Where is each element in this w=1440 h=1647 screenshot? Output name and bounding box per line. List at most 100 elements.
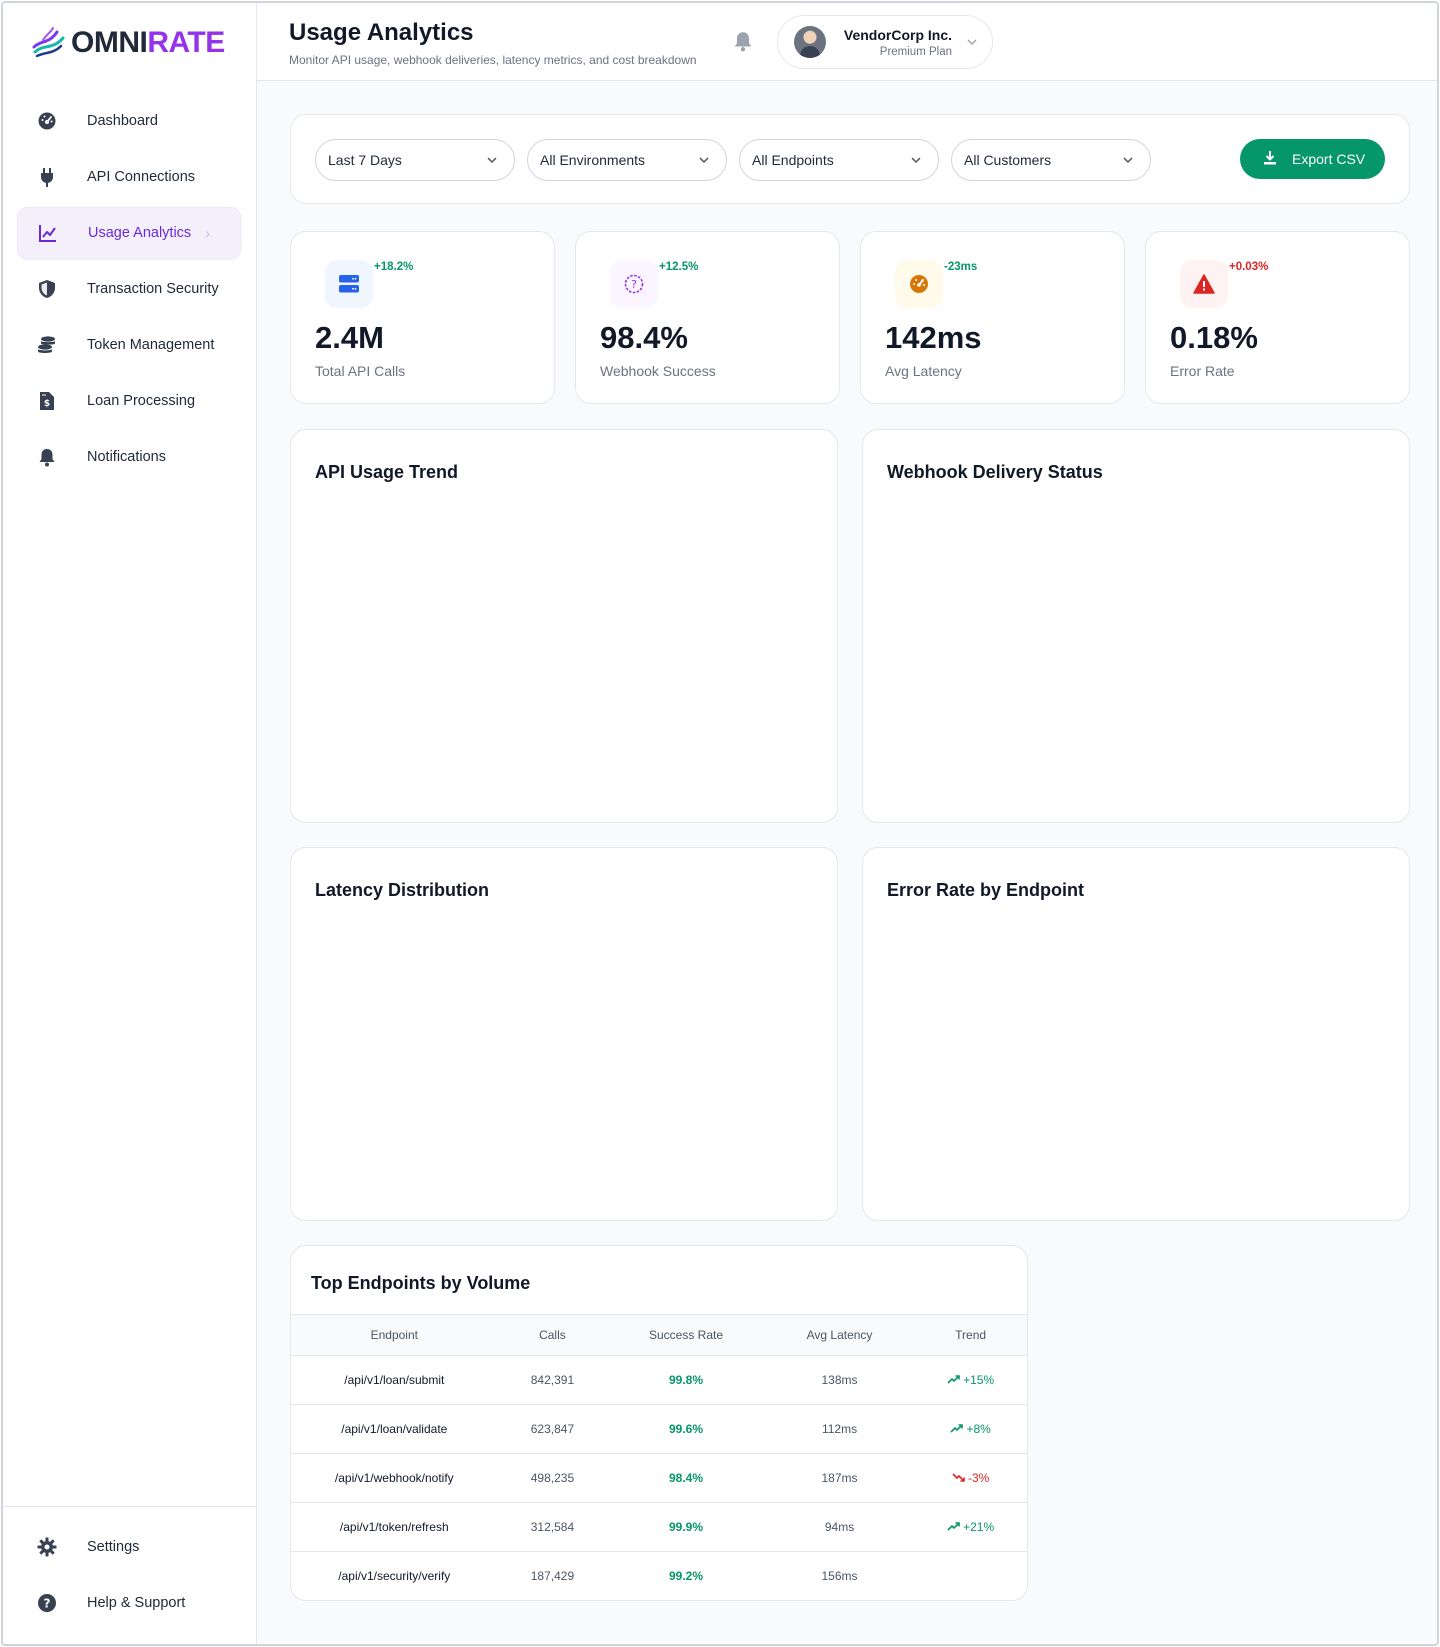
question-circle-icon: ?	[624, 274, 644, 294]
warning-triangle-icon	[1193, 274, 1215, 294]
endpoints-table: Endpoint Calls Success Rate Avg Latency …	[291, 1314, 1027, 1601]
table-row[interactable]: /api/v1/token/refresh 312,584 99.9% 94ms…	[291, 1503, 1027, 1552]
sidebar-item-notifications[interactable]: Notifications	[17, 431, 241, 483]
table-row[interactable]: /api/v1/loan/submit 842,391 99.8% 138ms …	[291, 1356, 1027, 1405]
chevron-down-icon	[911, 157, 921, 164]
sidebar-item-token-management[interactable]: Token Management	[17, 319, 241, 371]
brand-logo[interactable]: OMNIRATE	[31, 23, 225, 63]
endpoint-cell: /api/v1/webhook/notify	[334, 1471, 454, 1485]
endpoint-select[interactable]: All Endpoints	[739, 139, 939, 181]
calls-cell: 187,429	[530, 1569, 575, 1584]
panel-title: API Usage Trend	[315, 462, 459, 482]
avg-latency-cell: 94ms	[824, 1520, 855, 1534]
sidebar-footer: Settings ? Help & Support	[3, 1506, 256, 1644]
trend-cell: -3%	[914, 1454, 1027, 1503]
main-content: Last 7 Days All Environments All Endpoin…	[257, 81, 1437, 1644]
plug-icon	[35, 165, 59, 189]
brand-name: OMNIRATE	[71, 26, 225, 59]
page-subtitle: Monitor API usage, webhook deliveries, l…	[289, 53, 697, 67]
stat-label: Webhook Success	[600, 363, 716, 379]
export-csv-label: Export CSV	[1292, 151, 1366, 167]
sidebar-item-label: Dashboard	[87, 113, 158, 129]
speedometer-icon	[910, 275, 928, 293]
stat-label: Error Rate	[1170, 363, 1235, 379]
stat-value: 142ms	[885, 320, 982, 355]
environment-select-value: All Environments	[540, 152, 646, 168]
success-rate-cell: 99.6%	[669, 1422, 704, 1436]
avg-latency-cell: 156ms	[821, 1569, 858, 1584]
sidebar-item-dashboard[interactable]: Dashboard	[17, 95, 241, 147]
trend-indicator: +15%	[947, 1373, 994, 1387]
stat-icon-box	[325, 260, 373, 308]
trend-up-icon	[950, 1424, 964, 1433]
trend-cell	[914, 1552, 1027, 1601]
account-name: VendorCorp Inc.	[843, 27, 952, 43]
panel-title: Latency Distribution	[315, 880, 490, 900]
avg-latency-cell: 138ms	[821, 1373, 858, 1387]
avatar	[794, 26, 826, 58]
column-header-success-rate[interactable]: Success Rate	[607, 1315, 764, 1356]
question-circle-icon: ?	[35, 1591, 59, 1615]
stat-value: 98.4%	[600, 320, 688, 355]
chart-line-icon	[36, 221, 60, 245]
stat-card-avg-latency: -23ms 142ms Avg Latency	[860, 231, 1125, 404]
trend-cell: +8%	[914, 1405, 1027, 1454]
table-title: Top Endpoints by Volume	[311, 1273, 531, 1293]
sidebar-nav: Dashboard API Connections Usage Analytic…	[17, 95, 241, 487]
column-header-calls[interactable]: Calls	[498, 1315, 608, 1356]
success-rate-cell: 99.2%	[669, 1569, 704, 1584]
file-invoice-dollar-icon: $	[35, 389, 59, 413]
stat-value: 0.18%	[1170, 320, 1258, 355]
trend-value: +15%	[963, 1372, 995, 1387]
column-header-endpoint[interactable]: Endpoint	[291, 1315, 498, 1356]
top-endpoints-table-card: Top Endpoints by Volume Endpoint Calls S…	[290, 1245, 1028, 1601]
stat-delta: +0.03%	[1229, 261, 1269, 273]
period-select-value: Last 7 Days	[328, 152, 402, 168]
table-row[interactable]: /api/v1/webhook/notify 498,235 98.4% 187…	[291, 1454, 1027, 1503]
sidebar-item-label: Help & Support	[87, 1595, 186, 1611]
sidebar-item-transaction-security[interactable]: Transaction Security	[17, 263, 241, 315]
sidebar-item-api-connections[interactable]: API Connections	[17, 151, 241, 203]
sidebar-item-settings[interactable]: Settings	[17, 1521, 242, 1573]
sidebar-item-loan-processing[interactable]: $ Loan Processing	[17, 375, 241, 427]
success-rate-cell: 99.9%	[669, 1520, 704, 1534]
sidebar: OMNIRATE Dashboard API Connections Usage…	[3, 3, 257, 1644]
stat-card-error-rate: +0.03% 0.18% Error Rate	[1145, 231, 1410, 404]
gear-icon	[35, 1535, 59, 1559]
app-window: OMNIRATE Dashboard API Connections Usage…	[1, 1, 1439, 1646]
stat-delta: +12.5%	[659, 261, 699, 273]
trend-down-icon	[952, 1473, 965, 1483]
avg-latency-cell: 112ms	[821, 1422, 858, 1436]
period-select[interactable]: Last 7 Days	[315, 139, 515, 181]
column-header-trend[interactable]: Trend	[914, 1315, 1027, 1356]
chevron-down-icon	[699, 157, 709, 164]
page-title: Usage Analytics	[289, 19, 474, 46]
environment-select[interactable]: All Environments	[527, 139, 727, 181]
customer-select-value: All Customers	[964, 152, 1052, 168]
stat-label: Avg Latency	[885, 363, 962, 379]
omnirate-logo-icon	[32, 27, 65, 58]
chevron-down-icon	[1123, 157, 1133, 164]
calls-cell: 312,584	[530, 1520, 575, 1534]
trend-up-icon	[947, 1522, 960, 1531]
stat-value: 2.4M	[315, 320, 384, 355]
chevron-down-icon	[967, 39, 977, 46]
sidebar-item-help-support[interactable]: ? Help & Support	[17, 1577, 242, 1629]
account-switcher[interactable]: VendorCorp Inc. Premium Plan	[777, 15, 993, 69]
export-csv-button[interactable]: Export CSV	[1240, 139, 1385, 179]
trend-value: +21%	[963, 1519, 995, 1534]
download-icon	[1264, 151, 1276, 165]
customer-select[interactable]: All Customers	[951, 139, 1151, 181]
table-row[interactable]: /api/v1/security/verify 187,429 99.2% 15…	[291, 1552, 1027, 1601]
notifications-button[interactable]	[731, 29, 755, 53]
stat-delta: +18.2%	[374, 261, 414, 273]
sidebar-item-usage-analytics[interactable]: Usage Analytics ›	[17, 207, 241, 259]
trend-indicator: +21%	[947, 1520, 994, 1534]
table-row[interactable]: /api/v1/loan/validate 623,847 99.6% 112m…	[291, 1405, 1027, 1454]
calls-cell: 623,847	[530, 1422, 575, 1436]
error-rate-by-endpoint-panel: Error Rate by Endpoint	[862, 847, 1410, 1221]
svg-text:?: ?	[44, 1597, 51, 1611]
svg-text:$: $	[44, 399, 50, 409]
column-header-avg-latency[interactable]: Avg Latency	[765, 1315, 915, 1356]
panel-title: Webhook Delivery Status	[887, 462, 1103, 482]
